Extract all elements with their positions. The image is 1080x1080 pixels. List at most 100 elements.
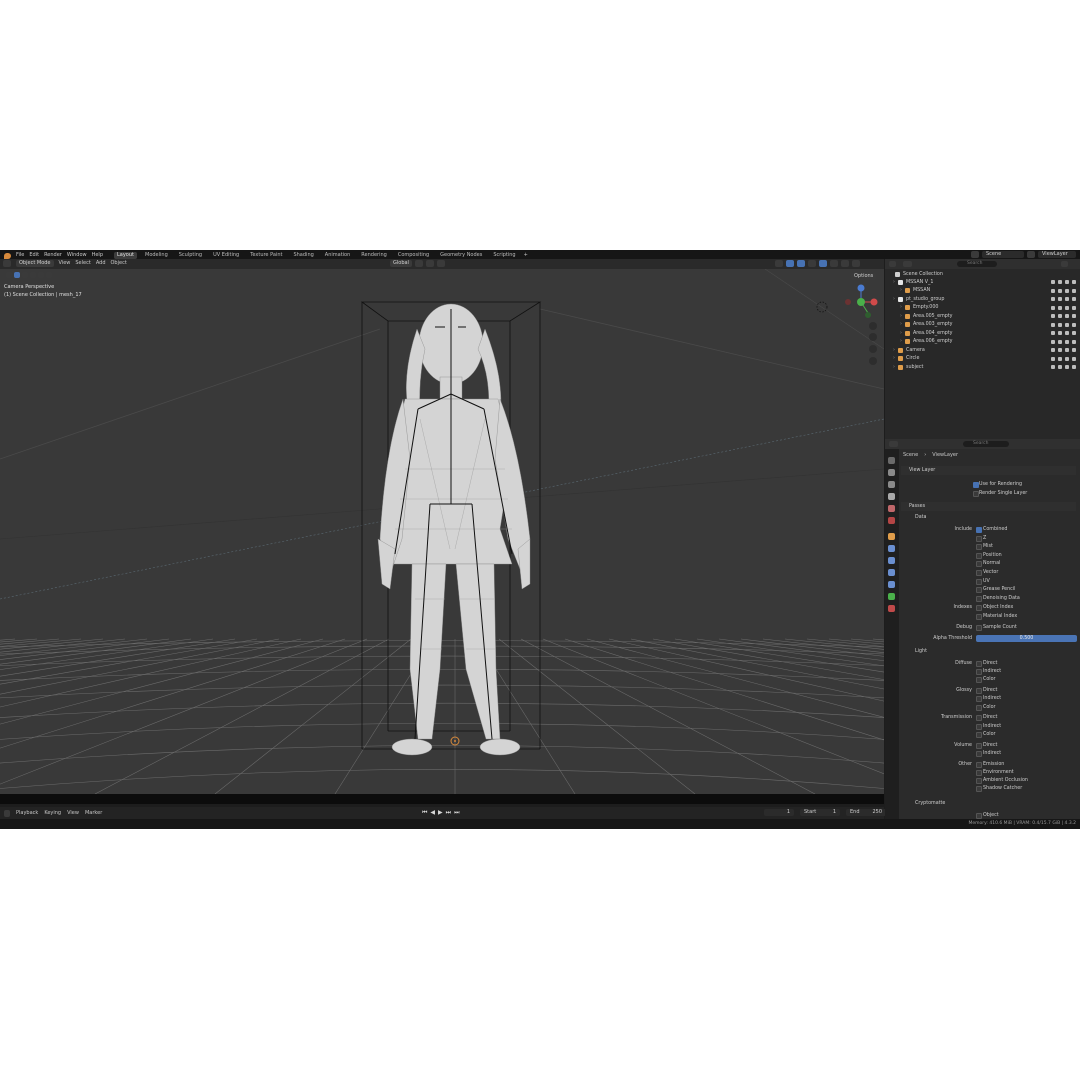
camera-render-icon[interactable] (1072, 356, 1076, 361)
viewport-toggle-icon[interactable] (1065, 356, 1069, 361)
view-layer-panel-header[interactable]: View Layer (901, 466, 1076, 475)
jump-end-icon[interactable]: ⏭ (454, 810, 459, 816)
scene-tab-icon[interactable] (888, 505, 895, 512)
next-keyframe-icon[interactable]: ⏭ (446, 810, 451, 816)
filter-icon[interactable] (1061, 261, 1068, 267)
eye-icon[interactable] (1058, 288, 1062, 293)
material-preview-icon[interactable] (841, 260, 849, 267)
start-frame-field[interactable]: Start 1 (800, 809, 840, 816)
menu-window[interactable]: Window (67, 253, 87, 258)
viewport-toggle-icon[interactable] (1065, 280, 1069, 284)
workspace-tab-texture-paint[interactable]: Texture Paint (247, 252, 285, 259)
data-subpanel-title[interactable]: Data (915, 515, 926, 520)
world-tab-icon[interactable] (888, 517, 895, 524)
editor-type-icon[interactable] (3, 260, 11, 267)
outliner-row[interactable]: › Circle (885, 355, 1080, 363)
pass-checkbox[interactable] (976, 527, 982, 533)
pass-checkbox[interactable] (976, 570, 982, 576)
modifier-tab-icon[interactable] (888, 545, 895, 552)
options-dropdown[interactable]: Options (851, 273, 877, 280)
eye-icon[interactable] (1058, 297, 1062, 301)
timeline-editor-icon[interactable] (4, 810, 10, 817)
select-toggle-icon[interactable] (1051, 314, 1055, 318)
timeline-menu-marker[interactable]: Marker (85, 811, 102, 816)
timeline-menu-keying[interactable]: Keying (44, 811, 61, 816)
eye-icon[interactable] (1058, 280, 1062, 284)
outliner-row[interactable]: › Area.006_empty (885, 338, 1080, 346)
expand-arrow-icon[interactable]: › (900, 314, 902, 319)
expand-arrow-icon[interactable]: › (900, 339, 902, 344)
workspace-tab-rendering[interactable]: Rendering (358, 252, 390, 259)
blender-logo-icon[interactable] (4, 252, 11, 259)
camera-render-icon[interactable] (1072, 331, 1076, 335)
index-pass-checkbox[interactable] (976, 605, 982, 612)
view-layer-selector[interactable]: ViewLayer (1038, 251, 1076, 258)
pivot-point-icon[interactable] (414, 260, 423, 267)
index-pass-checkbox[interactable] (976, 614, 982, 620)
outliner-row[interactable]: › Area.005_empty (885, 312, 1080, 320)
light-pass-checkbox[interactable] (976, 696, 982, 703)
prev-keyframe-icon[interactable]: ◀ (430, 810, 435, 816)
menu-render[interactable]: Render (44, 253, 62, 258)
workspace-tab-modeling[interactable]: Modeling (142, 252, 171, 259)
xray-toggle-icon[interactable] (808, 260, 816, 267)
outliner-row[interactable]: › pt_studio_group (885, 295, 1080, 303)
light-subpanel-title[interactable]: Light (915, 649, 927, 654)
select-toggle-icon[interactable] (1051, 297, 1055, 301)
eye-icon[interactable] (1058, 314, 1062, 318)
eye-icon[interactable] (1058, 356, 1062, 361)
light-pass-checkbox[interactable] (976, 786, 982, 793)
physics-tab-icon[interactable] (888, 569, 895, 576)
gizmo-toggle-icon[interactable] (786, 260, 794, 267)
workspace-tab-geometry-nodes[interactable]: Geometry Nodes (437, 252, 485, 259)
viewport-toggle-icon[interactable] (1065, 322, 1069, 327)
outliner-row[interactable]: › MSSAN V_1 (885, 278, 1080, 286)
select-toggle-icon[interactable] (1051, 322, 1055, 327)
constraints-tab-icon[interactable] (888, 581, 895, 588)
outliner-row[interactable]: › Area.003_empty (885, 321, 1080, 329)
camera-render-icon[interactable] (1072, 305, 1076, 310)
viewport-toggle-icon[interactable] (1065, 288, 1069, 293)
play-icon[interactable]: ▶ (438, 810, 443, 816)
overlay-toggle-icon[interactable] (797, 260, 805, 267)
light-pass-checkbox[interactable] (976, 742, 982, 749)
expand-arrow-icon[interactable]: › (900, 305, 902, 310)
camera-render-icon[interactable] (1072, 322, 1076, 327)
light-pass-checkbox[interactable] (976, 661, 982, 667)
menu-help[interactable]: Help (92, 253, 103, 258)
view-layer-tab-icon[interactable] (888, 493, 895, 500)
expand-arrow-icon[interactable]: › (893, 348, 895, 353)
light-pass-checkbox[interactable] (976, 688, 982, 695)
select-invert-icon[interactable] (38, 272, 44, 278)
outliner-row[interactable]: › subject (885, 363, 1080, 371)
viewport-menu-select[interactable]: Select (75, 261, 90, 266)
expand-arrow-icon[interactable]: › (893, 297, 895, 302)
camera-render-icon[interactable] (1072, 365, 1076, 369)
workspace-tab-shading[interactable]: Shading (290, 252, 316, 259)
select-subtract-icon[interactable] (30, 272, 36, 278)
light-pass-checkbox[interactable] (976, 778, 982, 784)
current-frame-field[interactable]: 1 (764, 809, 794, 816)
proportional-edit-icon[interactable] (436, 260, 445, 267)
outliner-editor-icon[interactable] (889, 261, 896, 267)
debug-pass-checkbox[interactable] (976, 624, 982, 631)
viewport-toggle-icon[interactable] (1065, 331, 1069, 335)
pass-checkbox[interactable] (976, 561, 982, 568)
render-tab-icon[interactable] (888, 469, 895, 476)
expand-arrow-icon[interactable]: › (900, 288, 902, 293)
eye-icon[interactable] (1058, 322, 1062, 327)
camera-render-icon[interactable] (1072, 339, 1076, 344)
expand-arrow-icon[interactable]: › (893, 356, 895, 361)
expand-arrow-icon[interactable]: › (900, 322, 902, 327)
eye-icon[interactable] (1058, 305, 1062, 310)
properties-editor-icon[interactable] (889, 441, 898, 447)
pass-checkbox[interactable] (976, 595, 982, 602)
passes-panel-header[interactable]: Passes (901, 502, 1076, 511)
output-tab-icon[interactable] (888, 481, 895, 488)
light-pass-checkbox[interactable] (976, 731, 982, 738)
viewport-menu-view[interactable]: View (59, 261, 71, 266)
select-tool-icon[interactable] (6, 272, 12, 278)
visibility-icon[interactable] (775, 260, 783, 267)
wireframe-shading-icon[interactable] (819, 260, 827, 267)
select-toggle-icon[interactable] (1051, 305, 1055, 310)
